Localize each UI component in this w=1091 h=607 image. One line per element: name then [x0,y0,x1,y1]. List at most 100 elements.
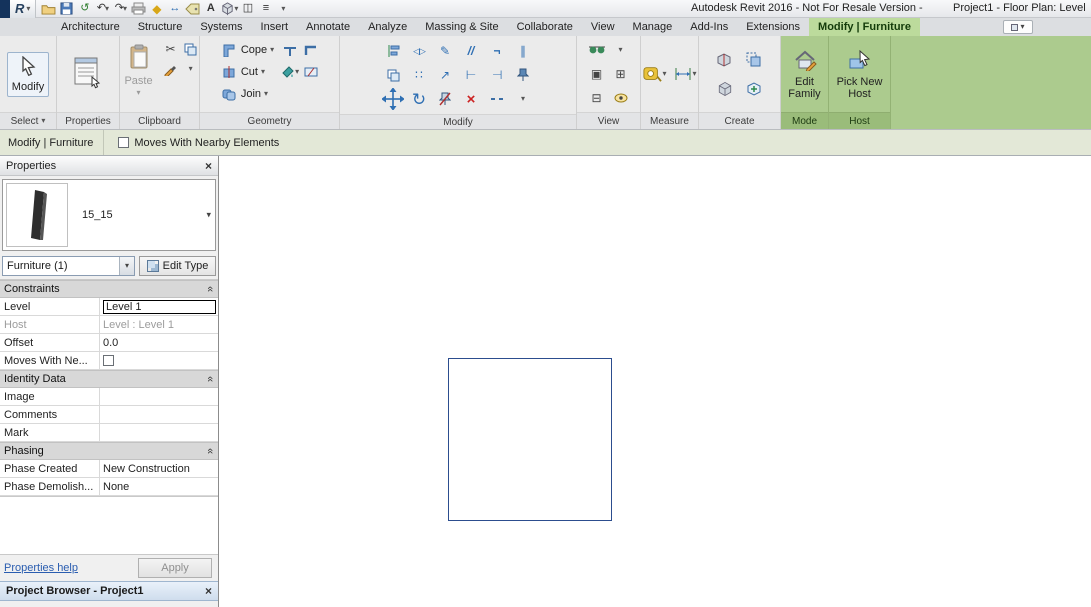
paste-options-icon[interactable]: ▾ [182,60,200,78]
customize-qat-icon[interactable]: ▾ [275,1,292,17]
tab-analyze[interactable]: Analyze [359,18,416,36]
comments-value-field[interactable] [100,406,218,423]
paste-button[interactable]: Paste ▾ [119,40,157,101]
split-face-icon[interactable] [302,63,320,81]
phase-demolished-value-field[interactable]: None [100,478,218,495]
image-value-field[interactable] [100,388,218,405]
text-icon[interactable]: A [202,1,219,17]
collapse-icon[interactable]: « [204,448,216,454]
trim-extend-corner-icon[interactable]: ¬ [488,42,506,60]
switch-windows-icon[interactable]: ▣ [588,65,606,83]
apply-button[interactable]: Apply [138,558,212,578]
properties-help-link[interactable]: Properties help [4,562,78,574]
print-icon[interactable] [130,1,147,17]
collapse-icon[interactable]: « [204,376,216,382]
modify-more-icon[interactable]: ▾ [514,90,532,108]
open-icon[interactable] [40,1,57,17]
measure-tape-icon[interactable]: ▾ [642,65,666,83]
panel-label-select[interactable]: Select ▾ [0,112,56,129]
hide-isolate-dropdown-icon[interactable]: ▾ [612,41,630,59]
thin-lines-icon[interactable]: ≡ [257,1,274,17]
selected-furniture-element[interactable] [448,358,612,521]
split-element-icon[interactable]: // [462,42,480,60]
split-with-gap-icon[interactable] [488,90,506,108]
application-menu-button[interactable]: R ▾ [10,0,36,18]
tab-systems[interactable]: Systems [191,18,251,36]
panel-label-mode[interactable]: Mode [781,112,828,129]
align-icon[interactable] [384,42,402,60]
tab-view[interactable]: View [582,18,624,36]
panel-label-view[interactable]: View [577,112,640,129]
tab-add-ins[interactable]: Add-Ins [681,18,737,36]
offset-icon[interactable]: ∥ [514,42,532,60]
redo-icon[interactable]: ↷▾ [112,1,129,17]
aligned-dimension-icon[interactable]: ▾ [673,66,697,82]
panel-label-host[interactable]: Host [829,112,890,129]
trim-extend-single-icon[interactable]: ⊢ [462,66,480,84]
reveal-hidden-elements-icon[interactable] [612,89,630,107]
delete-icon[interactable]: × [462,90,480,108]
tab-manage[interactable]: Manage [624,18,682,36]
scale-icon[interactable]: ↗ [436,66,454,84]
tab-annotate[interactable]: Annotate [297,18,359,36]
synchronize-icon[interactable]: ↺ [76,1,93,17]
edit-type-button[interactable]: Edit Type [139,256,216,276]
create-similar-icon[interactable] [716,80,734,98]
tab-modify-furniture[interactable]: Modify | Furniture [809,18,920,36]
tab-insert[interactable]: Insert [252,18,298,36]
tab-architecture[interactable]: Architecture [52,18,129,36]
phase-created-value-field[interactable]: New Construction [100,460,218,477]
array-icon[interactable]: ∷ [410,66,428,84]
project-browser-header[interactable]: Project Browser - Project1 × [0,581,218,601]
beam-column-joins-icon[interactable] [281,41,299,59]
cut-button[interactable]: Cut ▾ [218,61,276,82]
paint-icon[interactable]: ▾ [281,63,299,81]
create-parts-icon[interactable] [716,51,734,69]
chevron-down-icon[interactable]: ▾ [119,257,134,275]
tab-massing-site[interactable]: Massing & Site [416,18,507,36]
measure-icon[interactable]: ◆ [148,1,165,17]
chevron-down-icon[interactable]: ▾ [206,211,211,220]
section-icon[interactable]: ◫ [239,1,256,17]
group-header-constraints[interactable]: Constraints « [0,280,218,298]
rotate-icon[interactable]: ↻ [407,87,431,111]
create-group-icon[interactable] [745,51,763,69]
pick-new-host-button[interactable]: Pick New Host [830,45,890,104]
checkbox-box[interactable] [118,137,129,148]
pin-icon[interactable] [514,66,532,84]
cut-icon[interactable]: ✂ [162,40,180,58]
move-icon[interactable] [381,87,405,111]
modify-tool-button[interactable]: Modify [7,52,49,97]
panel-label-properties[interactable]: Properties [57,112,119,129]
properties-button[interactable] [68,51,108,98]
close-icon[interactable]: × [205,584,212,598]
wall-joins-icon[interactable] [302,41,320,59]
tab-structure[interactable]: Structure [129,18,192,36]
mirror-draw-axis-icon[interactable]: ✎ [436,42,454,60]
level-value-field[interactable]: Level 1 [103,300,216,314]
panel-label-geometry[interactable]: Geometry [200,112,339,129]
element-filter-select[interactable]: Furniture (1) ▾ [2,256,135,276]
unpin-icon[interactable] [436,90,454,108]
trim-extend-multiple-icon[interactable]: ⊢ [488,66,506,84]
cope-button[interactable]: Cope ▾ [218,39,276,60]
group-header-phasing[interactable]: Phasing « [0,442,218,460]
moves-with-nearby-checkbox[interactable]: Moves With Nearby Elements [104,137,279,149]
group-header-identity-data[interactable]: Identity Data « [0,370,218,388]
tile-windows-icon[interactable]: ⊞ [612,65,630,83]
match-type-properties-icon[interactable] [162,60,180,78]
create-assembly-icon[interactable] [745,80,763,98]
collapse-icon[interactable]: « [204,286,216,292]
panel-label-clipboard[interactable]: Clipboard [120,112,199,129]
ribbon-display-toggle[interactable]: ▾ [1003,20,1033,34]
panel-label-measure[interactable]: Measure [641,112,698,129]
copy-icon[interactable] [182,40,200,58]
undo-icon[interactable]: ↶▾ [94,1,111,17]
properties-palette-header[interactable]: Properties × [0,156,218,176]
mirror-pick-axis-icon[interactable]: ◁▷ [410,42,428,60]
edit-family-button[interactable]: Edit Family [783,45,827,104]
offset-value-field[interactable]: 0.0 [100,334,218,351]
panel-label-modify[interactable]: Modify [340,114,576,129]
type-selector[interactable]: 15_15 ▾ [2,179,216,251]
close-hidden-windows-icon[interactable]: ⊟ [588,89,606,107]
